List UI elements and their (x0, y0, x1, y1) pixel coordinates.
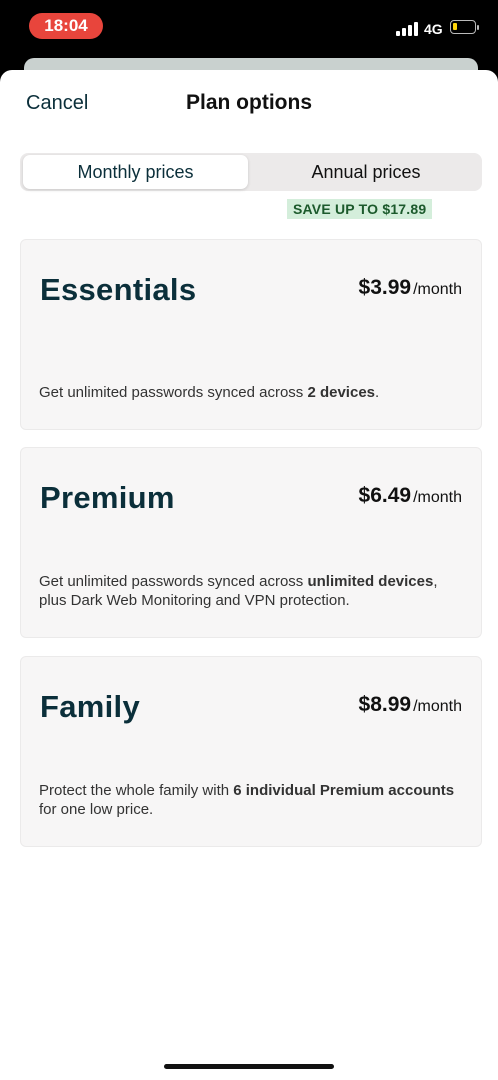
price-amount: $8.99 (358, 693, 412, 716)
plan-card-family[interactable]: Family $8.99/month Protect the whole fam… (20, 656, 482, 847)
plan-price: $3.99/month (359, 276, 462, 300)
annual-prices-tab[interactable]: Annual prices (253, 155, 479, 189)
price-period: /month (413, 281, 462, 298)
plan-name: Essentials (40, 272, 197, 307)
billing-period-toggle: Monthly prices Annual prices (20, 153, 482, 191)
network-type-label: 4G (424, 21, 443, 37)
price-amount: $3.99 (358, 276, 412, 299)
plan-description: Protect the whole family with 6 individu… (39, 781, 459, 819)
plan-options-sheet: Cancel Plan options Monthly prices Annua… (0, 70, 498, 1080)
plan-price: $8.99/month (359, 693, 462, 717)
battery-cap (477, 25, 479, 30)
plan-card-essentials[interactable]: Essentials $3.99/month Get unlimited pas… (20, 239, 482, 430)
battery-icon (450, 20, 476, 34)
desc-text: Get unlimited passwords synced across (39, 384, 308, 401)
status-time: 18:04 (29, 13, 103, 39)
desc-text: . (375, 384, 380, 401)
desc-text: for one low price. (39, 801, 154, 818)
desc-highlight: 6 individual Premium accounts (233, 782, 455, 799)
desc-highlight: unlimited devices (307, 573, 434, 590)
monthly-prices-tab[interactable]: Monthly prices (23, 155, 248, 189)
plan-description: Get unlimited passwords synced across un… (39, 572, 459, 610)
desc-highlight: 2 devices (307, 384, 376, 401)
status-bar: 18:04 4G (0, 0, 498, 60)
price-amount: $6.49 (358, 484, 412, 507)
home-indicator[interactable] (164, 1064, 334, 1069)
price-period: /month (413, 698, 462, 715)
plan-description: Get unlimited passwords synced across 2 … (39, 383, 459, 402)
cellular-signal-icon (396, 22, 418, 36)
plan-name: Family (40, 689, 141, 724)
plan-name: Premium (40, 480, 175, 515)
desc-text: Protect the whole family with (39, 782, 234, 799)
save-badge: SAVE UP TO $17.89 (287, 199, 433, 219)
sheet-title: Plan options (186, 91, 312, 114)
plan-price: $6.49/month (359, 484, 462, 508)
desc-text: Get unlimited passwords synced across (39, 573, 308, 590)
price-period: /month (413, 489, 462, 506)
plan-card-premium[interactable]: Premium $6.49/month Get unlimited passwo… (20, 447, 482, 638)
